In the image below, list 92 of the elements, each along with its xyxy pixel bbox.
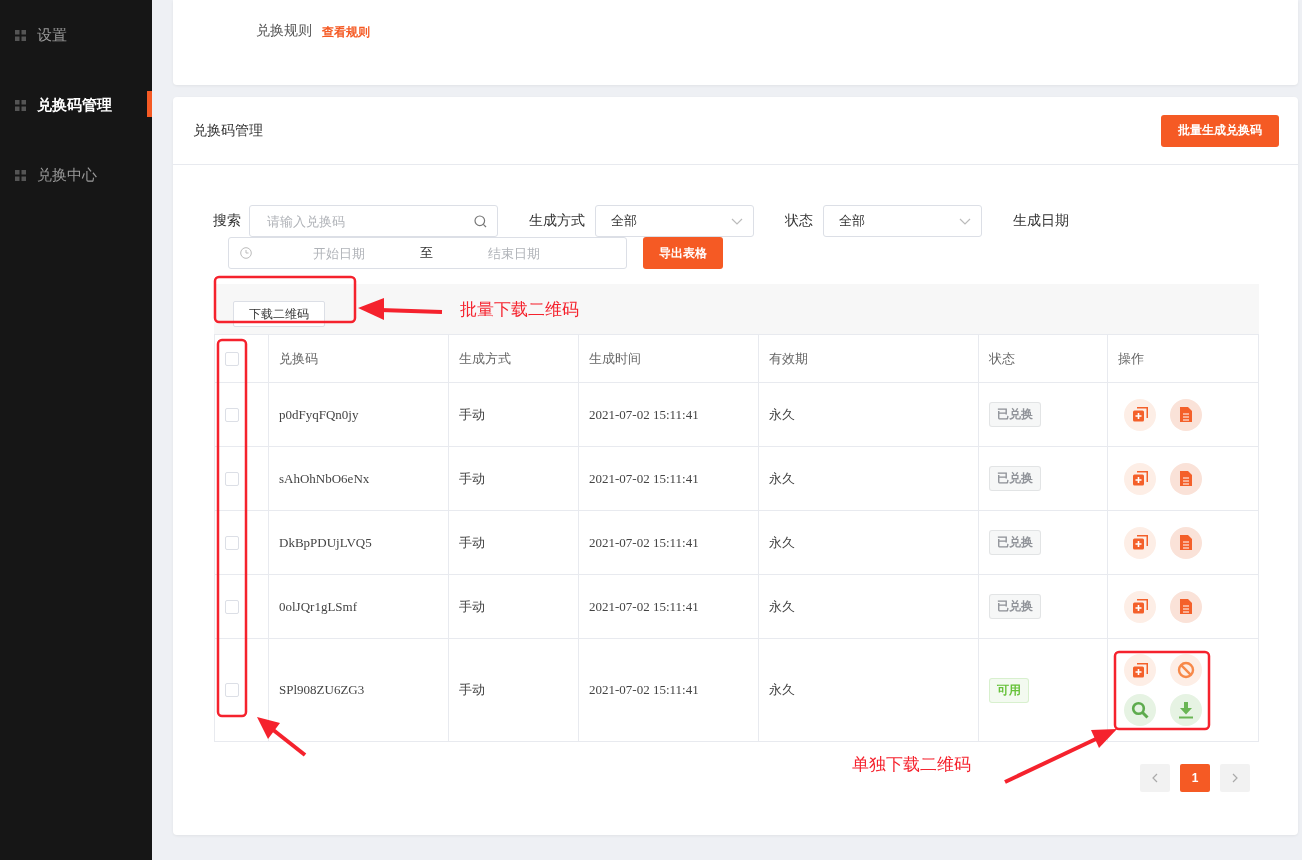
end-date-input[interactable]: 结束日期 (447, 244, 581, 262)
chevron-left-icon (1152, 773, 1158, 783)
status-tag: 已兑换 (989, 594, 1041, 619)
table-cell: 永久 (769, 598, 795, 614)
table-cell: 2021-07-02 15:11:41 (589, 406, 699, 422)
plus-stack-icon (1131, 534, 1149, 551)
download-qr-button[interactable]: 下载二维码 (233, 301, 325, 327)
filter-label: 生成方式 (529, 212, 585, 230)
table-cell: DkBpPDUjLVQ5 (279, 534, 372, 550)
add-copy-button[interactable] (1124, 398, 1156, 431)
row-checkbox[interactable] (225, 535, 239, 550)
filter-label: 生成日期 (1013, 212, 1069, 230)
status-tag: 可用 (989, 677, 1029, 703)
column-header: 生成时间 (589, 350, 641, 366)
table-cell: 手动 (459, 534, 485, 550)
row-checkbox[interactable] (225, 683, 239, 697)
chevron-down-icon (731, 217, 743, 225)
document-button[interactable] (1170, 462, 1202, 495)
annotation-text: 批量下载二维码 (460, 299, 579, 321)
plus-stack-icon (1131, 598, 1149, 615)
document-button[interactable] (1170, 590, 1202, 623)
status-tag: 已兑换 (989, 530, 1041, 555)
download-icon (1178, 701, 1194, 719)
column-header: 有效期 (769, 350, 808, 366)
plus-stack-icon (1131, 470, 1149, 487)
add-copy-button[interactable] (1124, 654, 1156, 686)
row-checkbox[interactable] (225, 471, 239, 486)
date-separator: 至 (420, 244, 433, 262)
method-select[interactable]: 全部 (595, 205, 754, 237)
sidebar-item[interactable]: 兑换中心 (0, 140, 152, 210)
grid-icon (15, 99, 26, 111)
status-tag: 已兑换 (989, 466, 1041, 491)
view-button[interactable] (1124, 694, 1156, 726)
table-cell: 0olJQr1gLSmf (279, 598, 357, 614)
filter-label: 状态 (785, 212, 813, 230)
column-header: 生成方式 (459, 350, 511, 366)
table-cell: 手动 (459, 598, 485, 614)
table-cell: 2021-07-02 15:11:41 (589, 470, 699, 486)
select-all-checkbox[interactable] (225, 351, 239, 366)
document-button[interactable] (1170, 398, 1202, 431)
table-cell: sAhOhNbO6eNx (279, 470, 370, 486)
table-cell: 2021-07-02 15:11:41 (589, 598, 699, 614)
plus-stack-icon (1131, 661, 1149, 679)
add-copy-button[interactable] (1124, 590, 1156, 623)
table-cell: SPl908ZU6ZG3 (279, 682, 365, 697)
search-icon (474, 214, 487, 228)
search-field[interactable]: 请输入兑换码 (249, 205, 498, 237)
table-cell: 手动 (459, 470, 485, 486)
table-cell: 永久 (769, 470, 795, 486)
plus-stack-icon (1131, 406, 1149, 423)
table-cell: 手动 (459, 682, 485, 697)
document-button[interactable] (1170, 526, 1202, 559)
table-cell: p0dFyqFQn0jy (279, 406, 359, 422)
table-cell: 永久 (769, 682, 795, 697)
download-qr-code-button[interactable] (1170, 694, 1202, 726)
add-copy-button[interactable] (1124, 462, 1156, 495)
panel-title: 兑换码管理 (193, 121, 263, 140)
column-header: 操作 (1118, 350, 1144, 366)
search-input[interactable]: 请输入兑换码 (265, 212, 474, 230)
rules-label: 兑换规则 (256, 22, 312, 40)
add-copy-button[interactable] (1124, 526, 1156, 559)
date-range-field[interactable]: 开始日期 至 结束日期 (228, 237, 627, 269)
sidebar-item[interactable]: 设置 (0, 0, 152, 70)
table-cell: 2021-07-02 15:11:41 (589, 682, 699, 697)
disable-button[interactable] (1170, 654, 1202, 686)
table-cell: 2021-07-02 15:11:41 (589, 534, 699, 550)
filter-label: 搜索 (213, 212, 241, 230)
document-icon (1179, 598, 1193, 615)
sidebar-item[interactable]: 兑换码管理 (0, 70, 152, 140)
chevron-right-icon (1232, 773, 1238, 783)
annotation-arrow (257, 717, 307, 757)
table-cell: 手动 (459, 406, 485, 422)
status-select[interactable]: 全部 (823, 205, 982, 237)
chevron-down-icon (959, 217, 971, 225)
start-date-input[interactable]: 开始日期 (272, 244, 406, 262)
active-indicator (147, 91, 152, 117)
column-header: 状态 (989, 350, 1015, 366)
search-icon (1131, 701, 1149, 719)
row-checkbox[interactable] (225, 599, 239, 614)
status-tag: 已兑换 (989, 402, 1041, 427)
table-cell: 永久 (769, 534, 795, 550)
annotation-text: 单独下载二维码 (852, 754, 971, 776)
grid-icon (15, 169, 26, 181)
document-icon (1179, 406, 1193, 423)
grid-icon (15, 29, 26, 41)
clock-icon (240, 247, 252, 259)
ban-icon (1177, 661, 1195, 679)
table-cell: 永久 (769, 406, 795, 422)
column-header: 兑换码 (279, 350, 318, 366)
document-icon (1179, 470, 1193, 487)
document-icon (1179, 534, 1193, 551)
row-checkbox[interactable] (225, 407, 239, 422)
